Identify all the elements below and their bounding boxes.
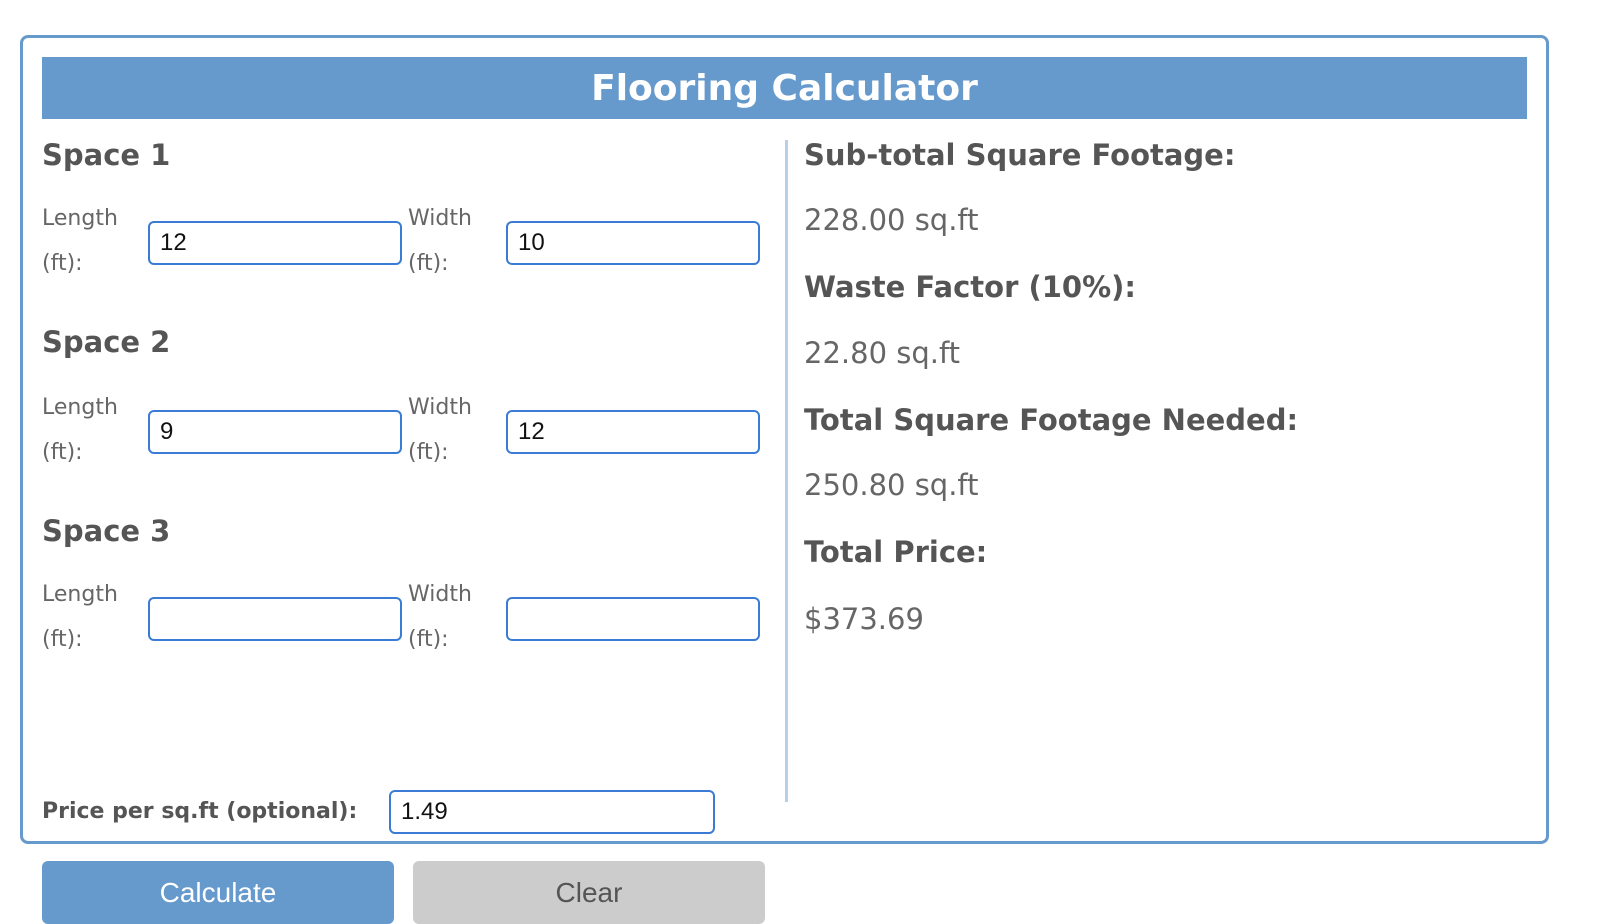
calculate-button[interactable]: Calculate xyxy=(42,861,394,924)
calculator-title: Flooring Calculator xyxy=(42,57,1527,119)
space-3-title: Space 3 xyxy=(42,514,171,548)
space-2-title: Space 2 xyxy=(42,325,171,359)
total-sqft-value: 250.80 sq.ft xyxy=(804,468,979,502)
waste-factor-value: 22.80 sq.ft xyxy=(804,336,961,370)
total-price-label: Total Price: xyxy=(804,535,988,569)
total-price-value: $373.69 xyxy=(804,602,924,636)
space-2-width-label: Width (ft): xyxy=(408,395,472,465)
clear-button[interactable]: Clear xyxy=(413,861,765,924)
space-3-length-input[interactable] xyxy=(148,597,402,641)
subtotal-value: 228.00 sq.ft xyxy=(804,203,979,237)
space-1-length-label: Length (ft): xyxy=(42,206,118,276)
space-3-width-input[interactable] xyxy=(506,597,760,641)
inputs-section: Space 1 Length (ft): Width (ft): Space 2… xyxy=(42,138,782,924)
section-divider xyxy=(785,140,788,802)
space-3-width-label: Width (ft): xyxy=(408,582,472,652)
flooring-calculator-panel: Flooring Calculator Space 1 Length (ft):… xyxy=(20,35,1549,924)
space-2-length-label: Length (ft): xyxy=(42,395,118,465)
space-3-length-label: Length (ft): xyxy=(42,582,118,652)
space-1-title: Space 1 xyxy=(42,138,171,172)
price-per-sqft-input[interactable] xyxy=(389,790,715,834)
waste-factor-label: Waste Factor (10%): xyxy=(804,270,1136,304)
space-1-width-input[interactable] xyxy=(506,221,760,265)
space-2-length-input[interactable] xyxy=(148,410,402,454)
total-sqft-label: Total Square Footage Needed: xyxy=(804,403,1299,437)
subtotal-label: Sub-total Square Footage: xyxy=(804,138,1236,172)
price-per-sqft-label: Price per sq.ft (optional): xyxy=(42,799,358,824)
space-1-length-input[interactable] xyxy=(148,221,402,265)
space-2-width-input[interactable] xyxy=(506,410,760,454)
space-1-width-label: Width (ft): xyxy=(408,206,472,276)
